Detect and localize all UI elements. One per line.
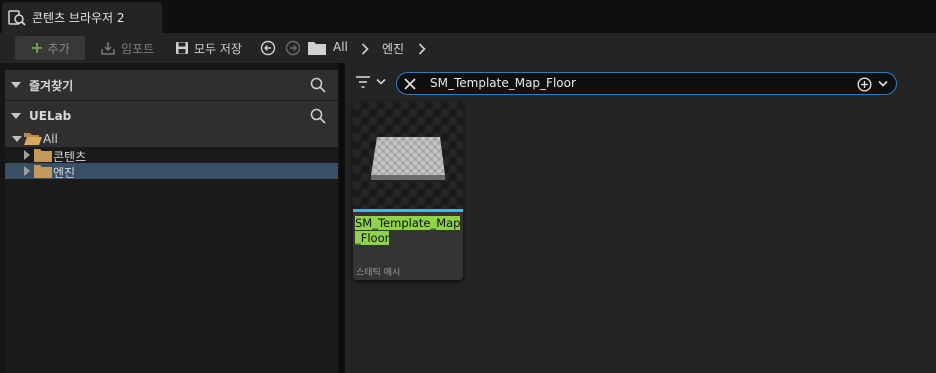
save-all-button[interactable]: 모두 저장 (175, 38, 242, 58)
asset-name: SM_Template_Map _Floor (355, 216, 461, 246)
back-arrow-icon[interactable] (260, 40, 276, 56)
plus-icon: + (30, 38, 44, 57)
collapsed-triangle-icon[interactable] (24, 166, 30, 176)
folder-icon (34, 149, 52, 162)
static-mesh-type-strip (353, 209, 463, 212)
favorites-label: 즐겨찾기 (29, 78, 74, 93)
search-query: SM_Template_Map_Floor (430, 76, 576, 90)
tree-item-engine[interactable]: 엔진 (5, 163, 338, 180)
import-button[interactable]: 임포트 (100, 38, 154, 58)
favorites-header[interactable]: 즐겨찾기 (5, 70, 338, 100)
chevron-down-icon (376, 78, 386, 85)
asset-thumbnail (353, 101, 463, 209)
filter-button[interactable] (355, 75, 386, 89)
breadcrumb-all[interactable]: All (333, 40, 348, 54)
close-icon[interactable] (403, 77, 417, 91)
tree-item-label: 엔진 (53, 166, 76, 180)
chevron-down-icon[interactable] (878, 80, 888, 88)
expanded-triangle-icon[interactable] (12, 136, 22, 142)
asset-tile[interactable]: SM_Template_Map _Floor 스태틱 메시 (353, 101, 463, 280)
chevron-right-icon[interactable] (418, 43, 426, 55)
content-browser-icon (8, 9, 26, 26)
asset-type-label: 스태틱 메시 (356, 268, 401, 278)
search-icon[interactable] (310, 77, 326, 93)
folder-tree: All 콘텐츠 엔진 (5, 131, 338, 180)
breadcrumb-engine[interactable]: 엔진 (382, 40, 404, 57)
collapse-triangle-icon[interactable] (11, 113, 21, 119)
toolbar: + 추가 임포트 모두 저장 All 엔진 (0, 33, 936, 63)
add-button[interactable]: + 추가 (15, 36, 85, 60)
asset-name-line-2: _Floor (355, 231, 390, 245)
collapsed-triangle-icon[interactable] (24, 150, 30, 160)
import-icon (101, 42, 115, 55)
tree-item-all[interactable]: All (5, 131, 338, 147)
save-icon (176, 42, 188, 54)
folder-icon (34, 165, 52, 178)
add-filter-icon[interactable] (857, 77, 872, 92)
floor-mesh-preview (371, 137, 445, 180)
tree-item-content[interactable]: 콘텐츠 (5, 147, 338, 164)
folder-icon[interactable] (308, 41, 326, 55)
open-folder-icon (24, 133, 42, 145)
sources-panel: 즐겨찾기 UELab All 콘텐츠 엔진 (5, 70, 338, 373)
import-label: 임포트 (121, 41, 155, 56)
asset-view: SM_Template_Map_Floor SM_Template_Map _F… (345, 63, 936, 373)
tab-bar: 콘텐츠 브라우저 2 (0, 0, 936, 33)
add-button-label: 추가 (47, 41, 70, 56)
search-input[interactable]: SM_Template_Map_Floor (396, 72, 897, 95)
project-label: UELab (29, 109, 72, 123)
project-header[interactable]: UELab (5, 101, 338, 131)
tab-content-browser-2[interactable]: 콘텐츠 브라우저 2 (2, 2, 162, 33)
tree-item-label: All (43, 132, 58, 146)
filter-icon (356, 76, 370, 88)
search-icon[interactable] (310, 108, 326, 124)
chevron-right-icon[interactable] (361, 43, 369, 55)
asset-name-line-1: SM_Template_Map (355, 216, 461, 230)
forward-arrow-icon[interactable] (285, 40, 301, 56)
save-all-label: 모두 저장 (194, 41, 242, 56)
collapse-triangle-icon[interactable] (11, 82, 21, 88)
tab-label: 콘텐츠 브라우저 2 (32, 11, 125, 25)
